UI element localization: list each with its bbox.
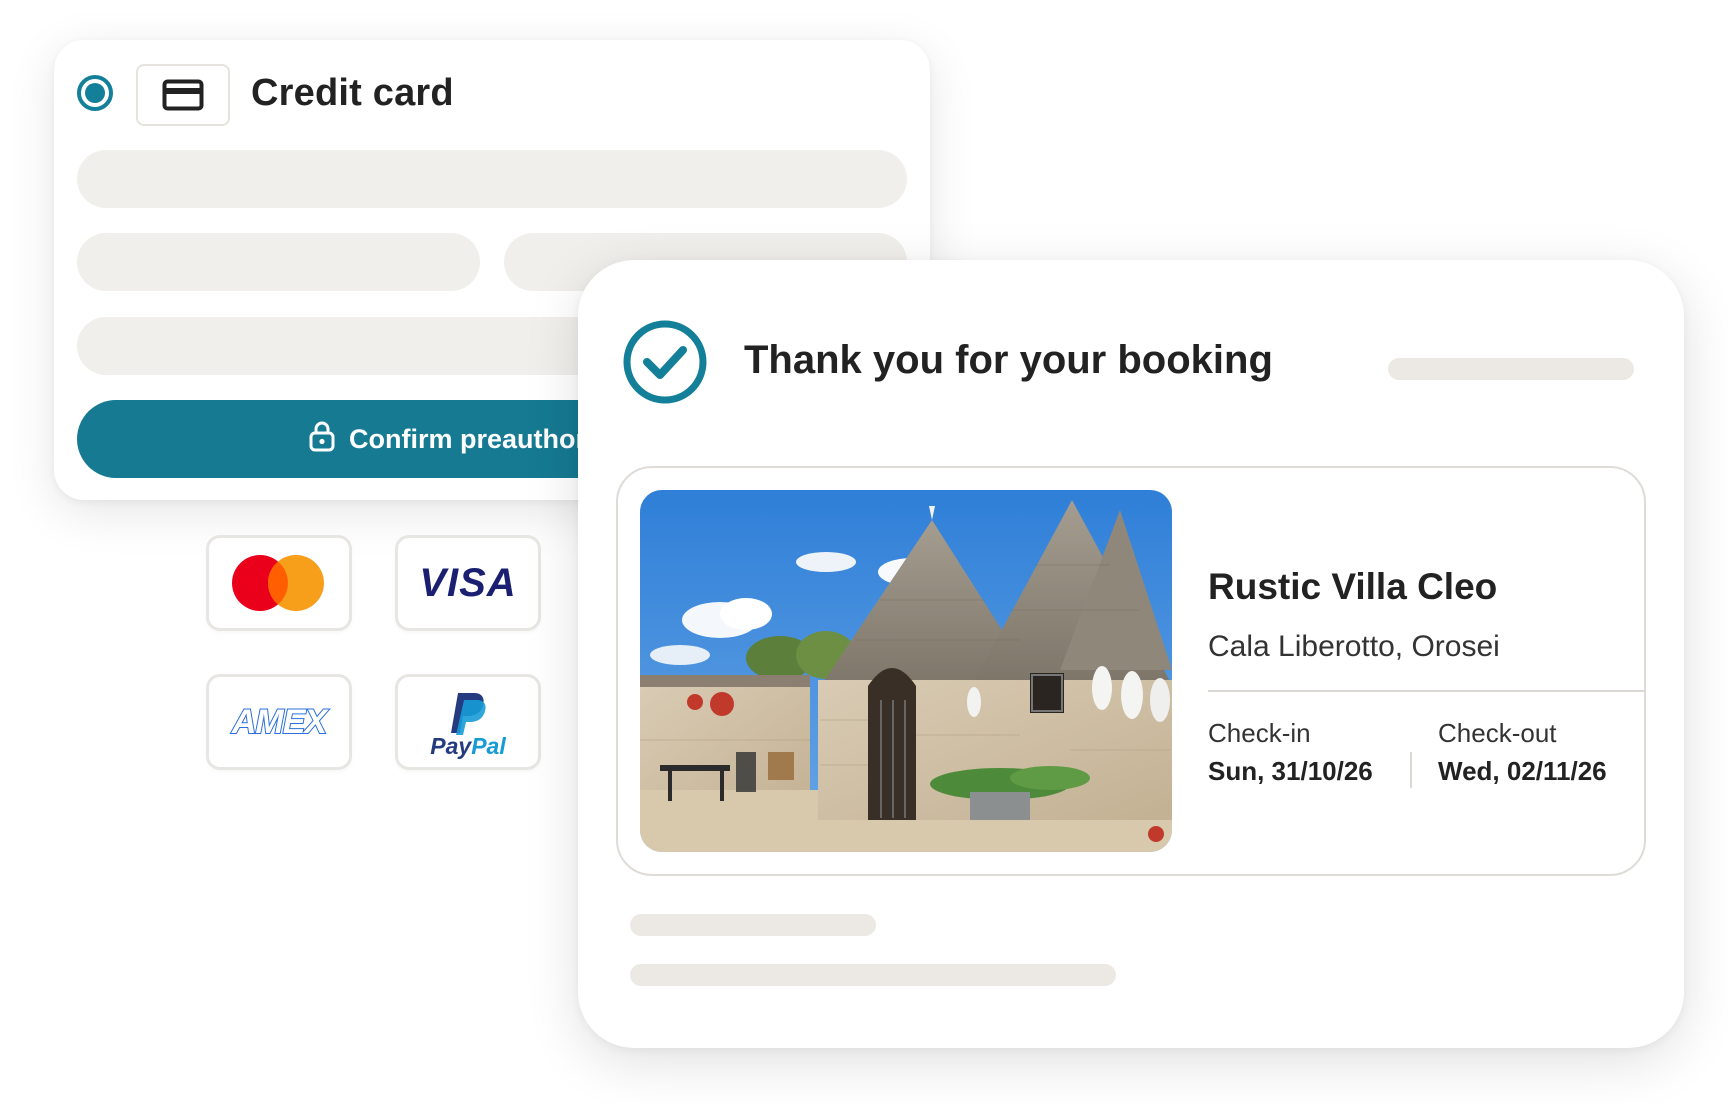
payment-method-label: Credit card <box>251 72 454 114</box>
visa-logo: VISA <box>395 535 541 631</box>
checkout-label: Check-out <box>1438 718 1557 748</box>
property-name: Rustic Villa Cleo <box>1208 566 1498 607</box>
paypal-logo: PayPal <box>395 674 541 770</box>
placeholder-bar <box>630 964 1116 986</box>
divider <box>1208 690 1646 692</box>
property-listing[interactable]: Rustic Villa Cleo Cala Liberotto, Orosei… <box>616 466 1646 876</box>
stage: Credit card Confirm preauthorization VIS… <box>0 0 1728 1104</box>
property-location: Cala Liberotto, Orosei <box>1208 630 1500 663</box>
radio-selected-icon[interactable] <box>77 75 113 111</box>
credit-card-icon <box>136 64 230 126</box>
booking-confirmation-title: Thank you for your booking <box>744 338 1273 382</box>
checkin-date: Sun, 31/10/26 <box>1208 756 1373 786</box>
placeholder-bar <box>1388 358 1634 380</box>
checkin-label: Check-in <box>1208 718 1311 748</box>
expiry-field[interactable] <box>77 233 480 291</box>
paypal-p-icon <box>451 692 486 735</box>
booking-confirmation-card: Thank you for your booking Rustic Villa … <box>578 260 1684 1048</box>
lock-icon <box>309 420 335 459</box>
check-circle-icon <box>623 320 707 404</box>
placeholder-bar <box>630 914 876 936</box>
amex-logo: AMEX <box>206 674 352 770</box>
property-photo <box>640 490 1172 852</box>
date-separator <box>1410 752 1412 788</box>
checkout-date: Wed, 02/11/26 <box>1438 756 1607 786</box>
mastercard-logo <box>206 535 352 631</box>
card-number-field[interactable] <box>77 150 907 208</box>
